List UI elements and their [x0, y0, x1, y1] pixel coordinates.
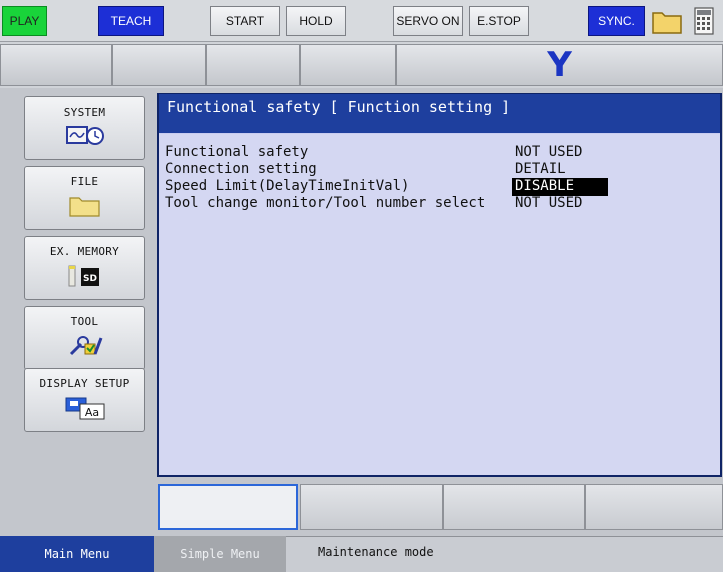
menu-file[interactable]: FILE — [24, 166, 145, 230]
display-setup-icon: Aa — [62, 396, 108, 423]
system-icon — [65, 125, 105, 150]
simple-menu-button[interactable]: Simple Menu — [154, 536, 286, 572]
softkey-4[interactable] — [585, 484, 723, 530]
folder-icon — [68, 194, 102, 221]
softkey-1[interactable] — [158, 484, 298, 530]
calculator-icon[interactable] — [688, 6, 720, 36]
start-button[interactable]: START — [210, 6, 280, 36]
play-mode-button[interactable]: PLAY — [2, 6, 47, 36]
menu-system[interactable]: SYSTEM — [24, 96, 145, 160]
sync-button[interactable]: SYNC. — [588, 6, 645, 36]
tool-icon — [65, 334, 105, 361]
setting-value-tool-change[interactable]: NOT USED — [512, 195, 585, 213]
menu-ex-memory-label: EX. MEMORY — [49, 245, 120, 258]
menu-file-label: FILE — [70, 175, 99, 188]
status-cell-2 — [112, 44, 206, 86]
setting-label-speed-limit: Speed Limit(DelayTimeInitVal) — [165, 178, 410, 194]
setting-value-functional-safety[interactable]: NOT USED — [512, 144, 585, 162]
svg-text:SD: SD — [83, 274, 97, 284]
menu-display-setup-label: DISPLAY SETUP — [39, 377, 130, 390]
status-cell-4 — [300, 44, 396, 86]
softkey-2[interactable] — [300, 484, 443, 530]
y-logo: Y — [396, 44, 723, 86]
menu-system-label: SYSTEM — [63, 106, 106, 119]
sd-card-icon: SD — [65, 264, 105, 291]
svg-text:Aa: Aa — [84, 406, 98, 419]
hold-button[interactable]: HOLD — [286, 6, 346, 36]
main-menu-button[interactable]: Main Menu — [0, 536, 154, 572]
page-title: Functional safety [ Function setting ] — [159, 94, 720, 134]
setting-label-connection: Connection setting — [165, 161, 317, 177]
estop-button[interactable]: E.STOP — [469, 6, 529, 36]
folder-icon[interactable] — [650, 6, 684, 36]
status-cell-3 — [206, 44, 300, 86]
setting-label-functional-safety: Functional safety — [165, 144, 309, 160]
setting-label-tool-change: Tool change monitor/Tool number select — [165, 195, 486, 211]
menu-ex-memory[interactable]: EX. MEMORY SD — [24, 236, 145, 300]
setting-value-speed-limit[interactable]: DISABLE — [512, 178, 608, 196]
teach-mode-button[interactable]: TEACH — [98, 6, 164, 36]
menu-display-setup[interactable]: DISPLAY SETUP Aa — [24, 368, 145, 432]
servo-on-button[interactable]: SERVO ON — [393, 6, 463, 36]
softkey-3[interactable] — [443, 484, 585, 530]
status-cell-1 — [0, 44, 112, 86]
menu-tool[interactable]: TOOL — [24, 306, 145, 370]
menu-tool-label: TOOL — [70, 315, 99, 328]
setting-value-connection[interactable]: DETAIL — [512, 161, 569, 179]
mode-status-text: Maintenance mode — [318, 545, 434, 559]
